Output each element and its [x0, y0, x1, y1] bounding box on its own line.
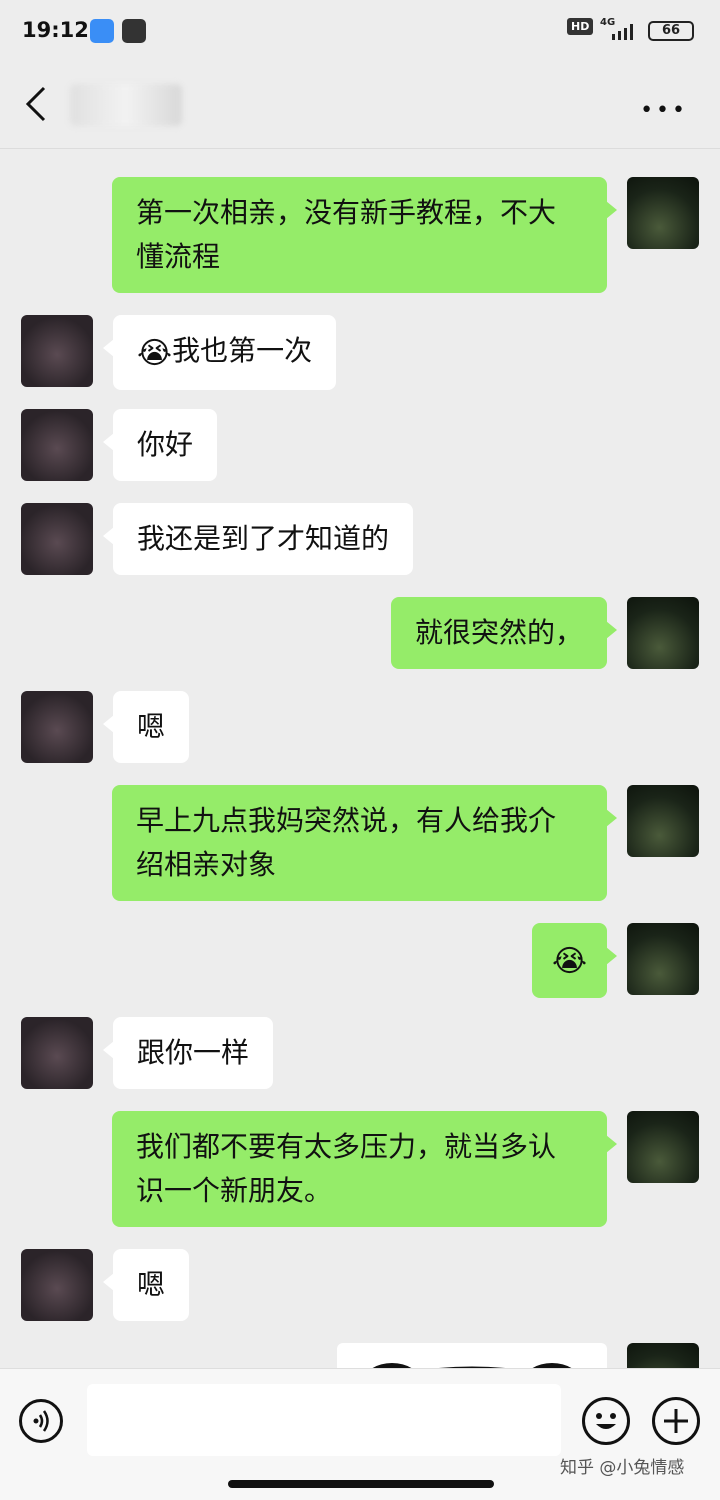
crying-face-icon: 😭 — [137, 336, 173, 371]
message-bubble[interactable]: 就很突然的， — [390, 597, 618, 669]
my-avatar[interactable] — [627, 785, 699, 857]
message-bubble[interactable]: 😭我也第一次 — [102, 315, 337, 390]
message-bubble[interactable]: 跟你一样 — [102, 1017, 274, 1089]
message-bubble[interactable]: 第一次相亲，没有新手教程，不大懂流程 — [112, 177, 617, 293]
message-text: 就很突然的， — [414, 616, 583, 649]
message-bubble[interactable]: 你好 — [102, 409, 218, 481]
contact-avatar[interactable] — [21, 1249, 93, 1321]
battery-level: 66 — [661, 23, 681, 38]
message-text: 嗯 — [137, 1268, 166, 1301]
message-text: 我也第一次 — [172, 334, 313, 367]
voice-icon[interactable] — [19, 1399, 63, 1443]
message-bubble[interactable]: 我们都不要有太多压力，就当多认识一个新朋友。 — [112, 1111, 617, 1227]
my-avatar[interactable] — [627, 597, 699, 669]
message-bubble[interactable]: 我还是到了才知道的 — [102, 503, 414, 575]
chevron-left-icon[interactable] — [22, 84, 54, 124]
message-input[interactable] — [87, 1384, 561, 1456]
message-text: 我们都不要有太多压力，就当多认识一个新朋友。 — [136, 1130, 557, 1207]
more-dots-icon[interactable]: ••• — [640, 98, 688, 123]
my-avatar[interactable] — [627, 1343, 699, 1368]
contact-avatar[interactable] — [21, 1017, 93, 1089]
app-notification-icon — [90, 19, 114, 43]
message-list[interactable]: 第一次相亲，没有新手教程，不大懂流程 😭我也第一次 你好 我还是到了才知道的 就… — [0, 148, 720, 1368]
chat-header: ••• — [0, 62, 720, 149]
smiley-face-icon — [596, 1413, 616, 1429]
contact-avatar[interactable] — [21, 503, 93, 575]
contact-avatar[interactable] — [21, 315, 93, 387]
watermark: 知乎 @小兔情感 — [560, 1458, 685, 1478]
sticker-image[interactable] — [337, 1343, 607, 1368]
message-text: 第一次相亲，没有新手教程，不大懂流程 — [136, 196, 557, 273]
emoji-icon[interactable] — [582, 1397, 630, 1445]
message-bubble[interactable]: 嗯 — [102, 691, 190, 763]
contact-avatar[interactable] — [21, 409, 93, 481]
my-avatar[interactable] — [627, 1111, 699, 1183]
message-text: 嗯 — [137, 710, 166, 743]
battery-icon: 66 — [648, 21, 694, 41]
message-bubble[interactable]: 😭 — [531, 923, 618, 998]
voice-waves-icon — [33, 1410, 49, 1432]
home-indicator[interactable] — [228, 1480, 494, 1488]
contact-name-blurred — [70, 84, 182, 126]
message-bubble[interactable]: 早上九点我妈突然说，有人给我介绍相亲对象 — [112, 785, 617, 901]
signal-icon — [612, 24, 633, 40]
panda-sticker-icon — [372, 1363, 572, 1368]
hd-indicator: HD — [567, 18, 594, 35]
message-text: 我还是到了才知道的 — [137, 522, 390, 555]
plus-icon[interactable] — [652, 1397, 700, 1445]
my-avatar[interactable] — [627, 923, 699, 995]
crying-face-icon: 😭 — [551, 944, 587, 979]
mi-icon — [122, 19, 146, 43]
status-time: 19:12 — [22, 18, 89, 42]
status-bar: 19:12 HD 4G 66 — [0, 0, 720, 62]
my-avatar[interactable] — [627, 177, 699, 249]
message-text: 跟你一样 — [137, 1036, 250, 1069]
message-text: 你好 — [137, 428, 194, 461]
message-text: 早上九点我妈突然说，有人给我介绍相亲对象 — [136, 804, 557, 881]
message-bubble[interactable]: 嗯 — [102, 1249, 190, 1321]
contact-avatar[interactable] — [21, 691, 93, 763]
plus-symbol-icon — [664, 1409, 688, 1433]
